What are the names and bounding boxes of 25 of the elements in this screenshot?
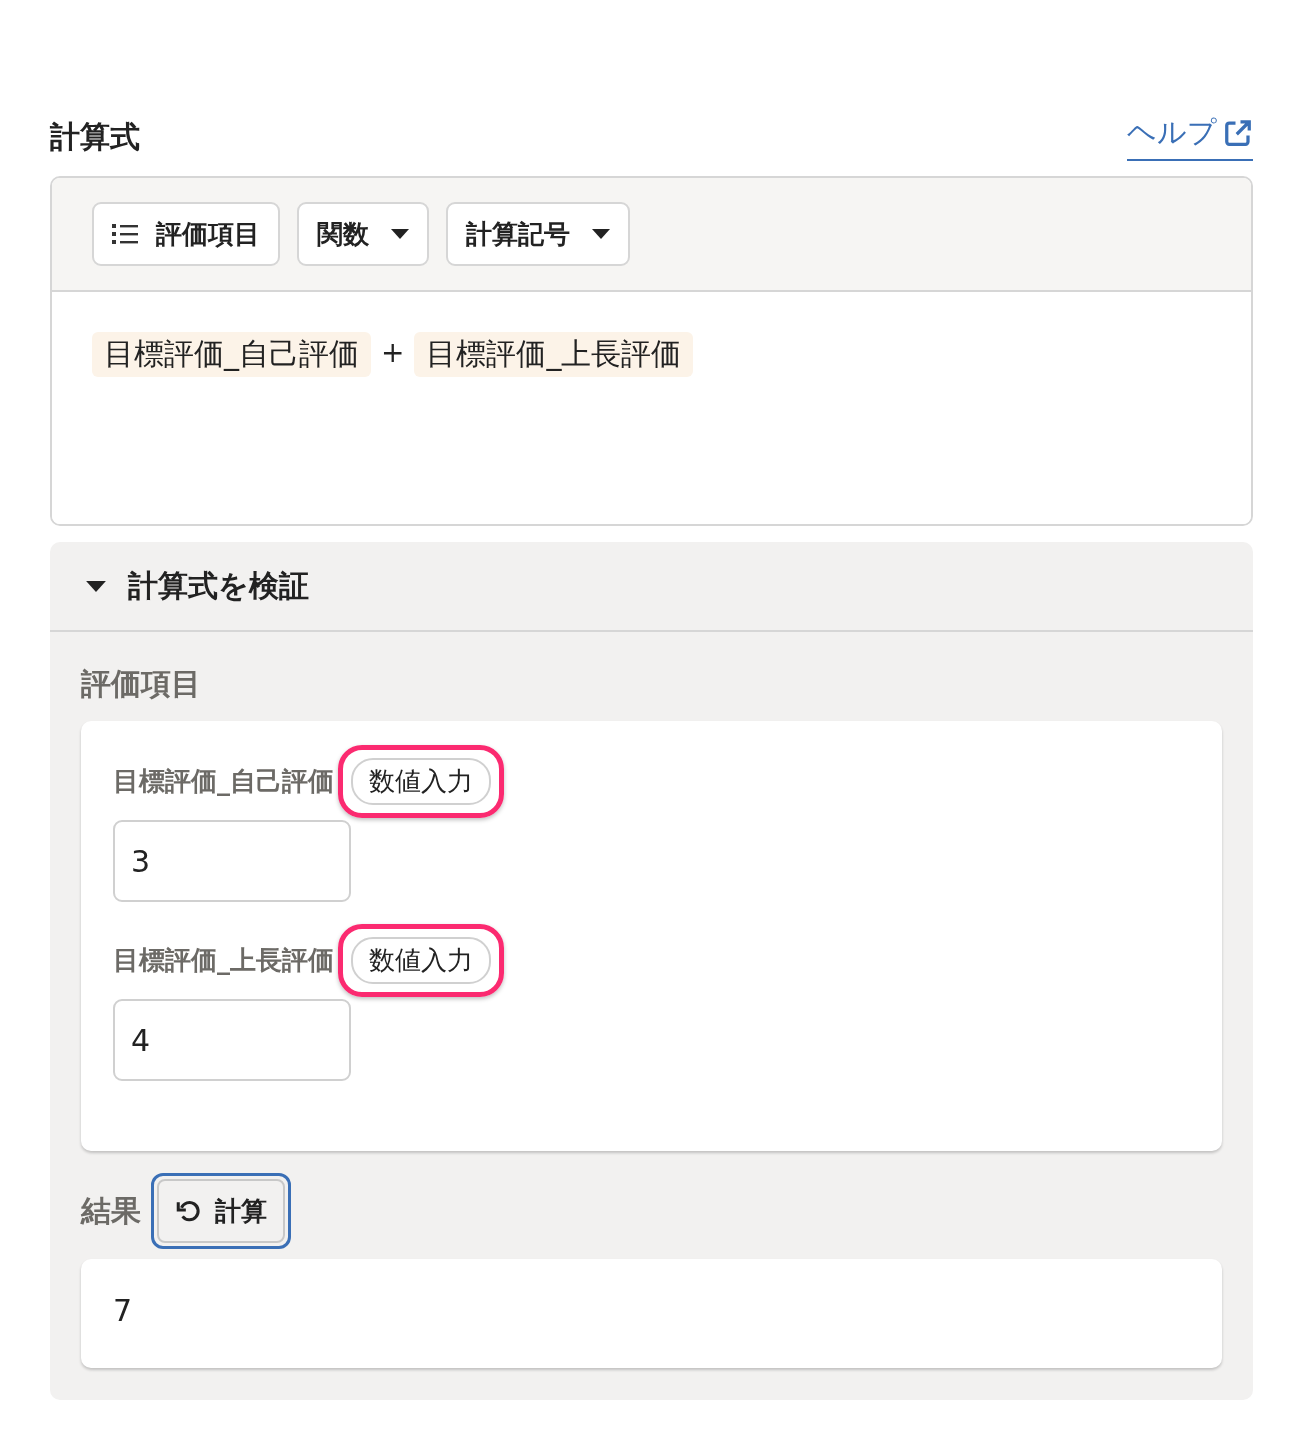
external-link-icon — [1223, 118, 1253, 148]
item-label: 目標評価_自己評価 — [113, 765, 334, 798]
result-label: 結果 — [81, 1191, 141, 1230]
caret-icon — [391, 229, 409, 239]
item-label: 目標評価_上長評価 — [113, 944, 334, 977]
list-icon — [112, 223, 138, 245]
verify-header[interactable]: 計算式を検証 — [50, 542, 1253, 632]
caret-icon — [592, 229, 610, 239]
formula-operator: + — [381, 335, 405, 369]
formula-token: 目標評価_自己評価 — [92, 332, 371, 377]
toolbar-button[interactable]: 計算記号 — [446, 202, 630, 266]
input-type-badge: 数値入力 — [351, 937, 491, 984]
result-output: 7 — [81, 1259, 1222, 1368]
caret-icon — [86, 580, 106, 592]
calculate-button[interactable]: 計算 — [157, 1179, 285, 1243]
input-field[interactable]: 4 — [113, 999, 351, 1081]
help-link[interactable]: ヘルプ — [1127, 113, 1253, 161]
formula-token: 目標評価_上長評価 — [414, 332, 694, 377]
items-heading: 評価項目 — [81, 665, 202, 703]
toolbar-button[interactable]: 評価項目 — [92, 202, 280, 266]
input-field[interactable]: 3 — [113, 820, 351, 902]
section-title: 計算式 — [50, 117, 140, 156]
input-type-badge: 数値入力 — [351, 758, 491, 805]
refresh-icon — [175, 1198, 201, 1224]
toolbar-button[interactable]: 関数 — [297, 202, 429, 266]
